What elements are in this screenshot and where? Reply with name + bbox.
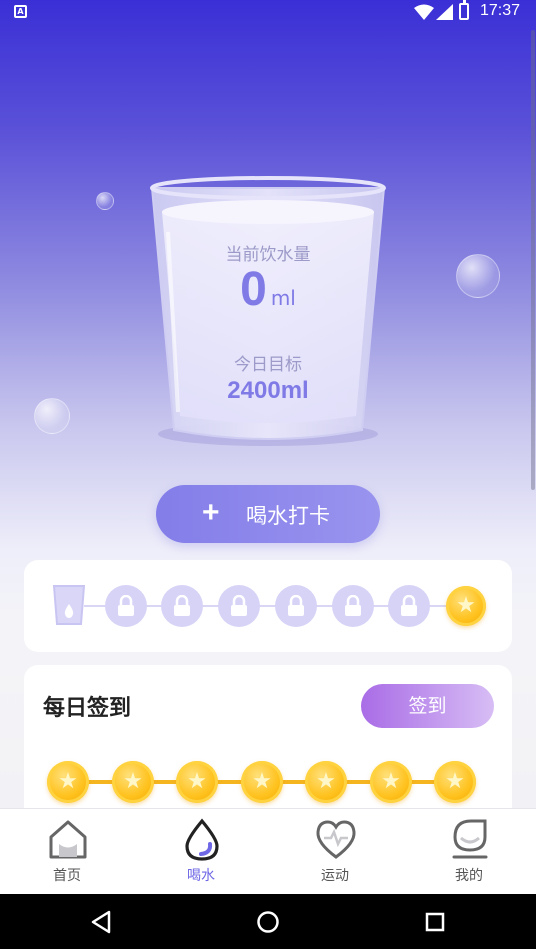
drink-progress-card: ★ [24, 560, 512, 652]
system-navigation-bar [0, 894, 536, 949]
daily-target-value: 2400ml [227, 377, 309, 404]
tab-water[interactable]: 喝水 [134, 809, 268, 895]
sign-day-coin-icon: ★ [305, 761, 347, 803]
tab-label: 首页 [53, 868, 81, 884]
status-time: 17:37 [480, 2, 521, 19]
lock-icon [275, 585, 317, 627]
sign-in-button[interactable]: 签到 [361, 684, 494, 728]
tab-profile[interactable]: 我的 [402, 809, 536, 895]
heart-pulse-icon [316, 820, 356, 859]
glass-icon [52, 585, 86, 625]
sign-day-coin-icon: ★ [434, 761, 476, 803]
bottom-tab-bar: 首页 喝水 运动 我的 [0, 808, 536, 894]
current-intake-value: 0 ml [148, 262, 388, 317]
battery-icon [459, 0, 469, 20]
star-coin-icon: ★ [446, 586, 486, 626]
lock-icon [332, 585, 374, 627]
sign-day-coin-icon: ★ [176, 761, 218, 803]
status-bar: A 17:37 [0, 0, 536, 24]
plus-icon: + [202, 496, 220, 529]
lock-icon [388, 585, 430, 627]
tab-label: 我的 [455, 868, 483, 884]
lock-icon [105, 585, 147, 627]
home-icon [49, 820, 87, 859]
sign-day-coin-icon: ★ [370, 761, 412, 803]
sign-day-coin-icon: ★ [47, 761, 89, 803]
drink-checkin-button[interactable]: + 喝水打卡 [156, 485, 380, 543]
daily-target-label: 今日目标 [234, 355, 302, 375]
water-drop-icon [185, 818, 219, 861]
sign-day-coin-icon: ★ [241, 761, 283, 803]
notification-icon: A [14, 5, 27, 18]
tab-label: 运动 [321, 868, 349, 884]
sign-day-coin-icon: ★ [112, 761, 154, 803]
water-tracker-screen: A 17:37 当前饮水量 0 ml 今日目标 2400ml + 喝水打卡 ★ … [0, 0, 536, 949]
signal-icon [436, 4, 453, 20]
lock-icon [161, 585, 203, 627]
bubble-decoration [456, 254, 500, 298]
tab-home[interactable]: 首页 [0, 809, 134, 895]
daily-sign-title: 每日签到 [43, 696, 132, 721]
profile-icon [452, 819, 488, 859]
bubble-decoration [34, 398, 70, 434]
wifi-icon [414, 4, 434, 20]
back-icon[interactable] [90, 910, 112, 934]
tab-label: 喝水 [187, 868, 215, 884]
scrollbar[interactable] [531, 30, 535, 490]
current-intake-unit: ml [270, 286, 296, 310]
tab-sports[interactable]: 运动 [268, 809, 402, 895]
home-button-icon[interactable] [256, 910, 280, 934]
lock-icon [218, 585, 260, 627]
current-intake-number: 0 [240, 263, 267, 316]
recents-icon[interactable] [424, 910, 446, 934]
drink-checkin-label: 喝水打卡 [246, 504, 330, 528]
bubble-decoration [96, 192, 114, 210]
